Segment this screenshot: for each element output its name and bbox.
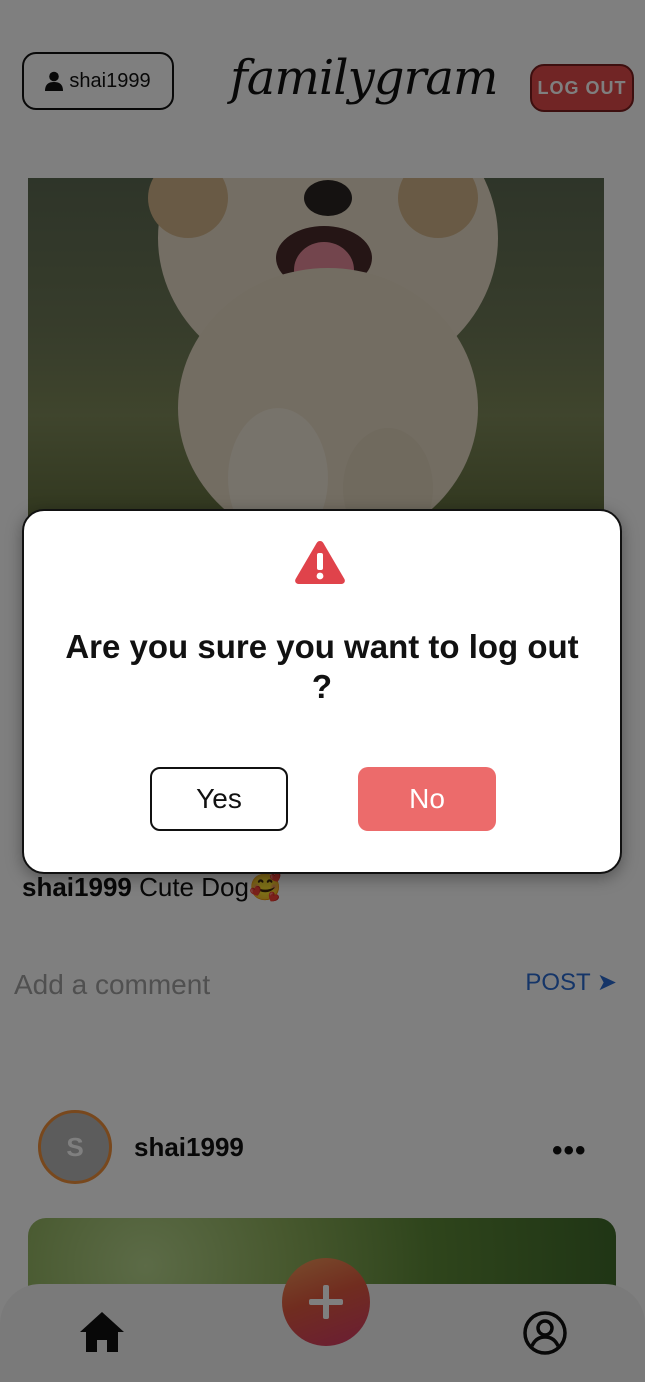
dialog-title: Are you sure you want to log out ? (65, 628, 579, 705)
logout-confirm-dialog: Are you sure you want to log out ? Yes N… (22, 509, 622, 874)
warning-icon (295, 541, 345, 584)
app-page: shai1999 familygram LOG OUT shai1999 Cut… (0, 0, 645, 1382)
yes-button[interactable]: Yes (150, 767, 288, 831)
no-button[interactable]: No (358, 767, 496, 831)
